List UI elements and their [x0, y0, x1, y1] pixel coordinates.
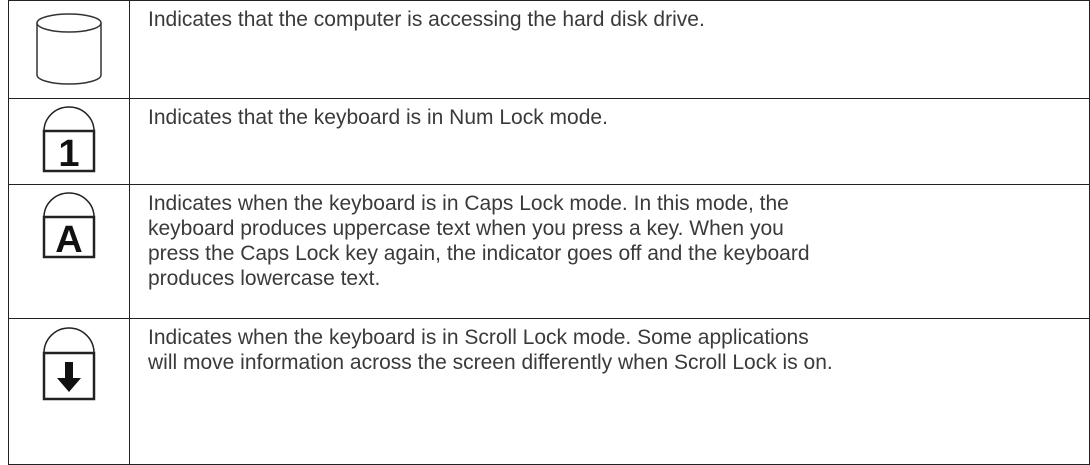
description-line: press the Caps Lock key again, the indic… — [148, 242, 810, 265]
description-line: produces lowercase text. — [148, 267, 381, 290]
scroll-lock-icon — [42, 327, 96, 401]
icon-cell: A — [8, 184, 130, 319]
indicator-row-caps-lock: A Indicates when the keyboard is in Caps… — [8, 184, 1090, 319]
caps-lock-icon: A — [42, 192, 96, 259]
indicator-description: Indicates when the keyboard is in Scroll… — [129, 318, 1090, 465]
indicator-description: Indicates when the keyboard is in Caps L… — [129, 184, 1090, 319]
indicator-description: Indicates that the computer is accessing… — [129, 0, 1090, 99]
description-line: Indicates when the keyboard is in Scroll… — [148, 326, 809, 349]
icon-cell: 1 — [8, 98, 130, 185]
num-lock-glyph: 1 — [58, 133, 79, 173]
description-line: Indicates that the keyboard is in Num Lo… — [148, 106, 608, 129]
description-line: will move information across the screen … — [148, 351, 833, 374]
description-line: keyboard produces uppercase text when yo… — [148, 217, 784, 240]
num-lock-icon: 1 — [42, 106, 96, 173]
hard-disk-icon — [36, 13, 102, 85]
icon-cell — [8, 0, 130, 99]
indicator-description: Indicates that the keyboard is in Num Lo… — [129, 98, 1090, 185]
description-line: Indicates that the computer is accessing… — [148, 8, 705, 31]
caps-lock-glyph: A — [55, 219, 82, 259]
indicator-table: Indicates that the computer is accessing… — [8, 0, 1090, 465]
indicator-row-num-lock: 1 Indicates that the keyboard is in Num … — [8, 98, 1090, 185]
description-line: Indicates when the keyboard is in Caps L… — [148, 192, 789, 215]
icon-cell — [8, 318, 130, 465]
indicator-row-scroll-lock: Indicates when the keyboard is in Scroll… — [8, 318, 1090, 465]
indicator-row-hard-disk: Indicates that the computer is accessing… — [8, 0, 1090, 99]
